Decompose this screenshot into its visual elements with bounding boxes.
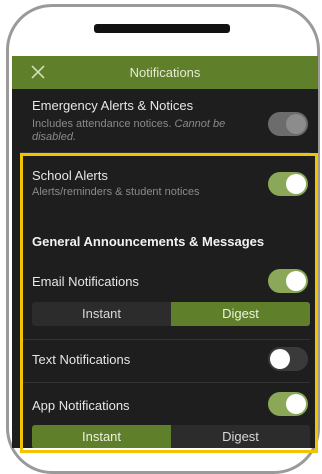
toggle-knob — [286, 114, 306, 134]
divider — [20, 152, 310, 153]
toggle-knob — [286, 174, 306, 194]
email-frequency-selector: Instant Digest — [32, 302, 310, 326]
email-notifications-toggle[interactable] — [268, 269, 308, 293]
toggle-knob — [270, 349, 290, 369]
emergency-alerts-title: Emergency Alerts & Notices — [32, 98, 194, 113]
app-notifications-toggle[interactable] — [268, 392, 308, 416]
emergency-alerts-toggle — [268, 112, 308, 136]
toggle-knob — [286, 394, 306, 414]
app-notifications-label: App Notifications — [32, 398, 130, 413]
notifications-screen: Notifications Emergency Alerts & Notices… — [12, 56, 318, 448]
email-notifications-label: Email Notifications — [32, 274, 139, 289]
divider — [20, 382, 310, 383]
toggle-knob — [286, 271, 306, 291]
emergency-alerts-subtitle: Includes attendance notices. Cannot be d… — [32, 118, 226, 143]
phone-speaker — [94, 24, 230, 33]
email-instant-option[interactable]: Instant — [32, 302, 171, 326]
email-digest-option[interactable]: Digest — [171, 302, 310, 326]
school-alerts-subtitle: Alerts/reminders & student notices — [32, 186, 200, 198]
app-frequency-selector: Instant Digest — [32, 425, 310, 448]
page-title: Notifications — [129, 65, 201, 80]
app-instant-option[interactable]: Instant — [32, 425, 171, 448]
school-alerts-title: School Alerts — [32, 168, 108, 183]
app-digest-option[interactable]: Digest — [171, 425, 310, 448]
text-notifications-toggle[interactable] — [268, 347, 308, 371]
general-announcements-heading: General Announcements & Messages — [32, 234, 265, 249]
text-notifications-label: Text Notifications — [32, 352, 131, 367]
school-alerts-toggle[interactable] — [268, 172, 308, 196]
divider — [20, 339, 310, 340]
nav-bar: Notifications — [12, 56, 318, 89]
